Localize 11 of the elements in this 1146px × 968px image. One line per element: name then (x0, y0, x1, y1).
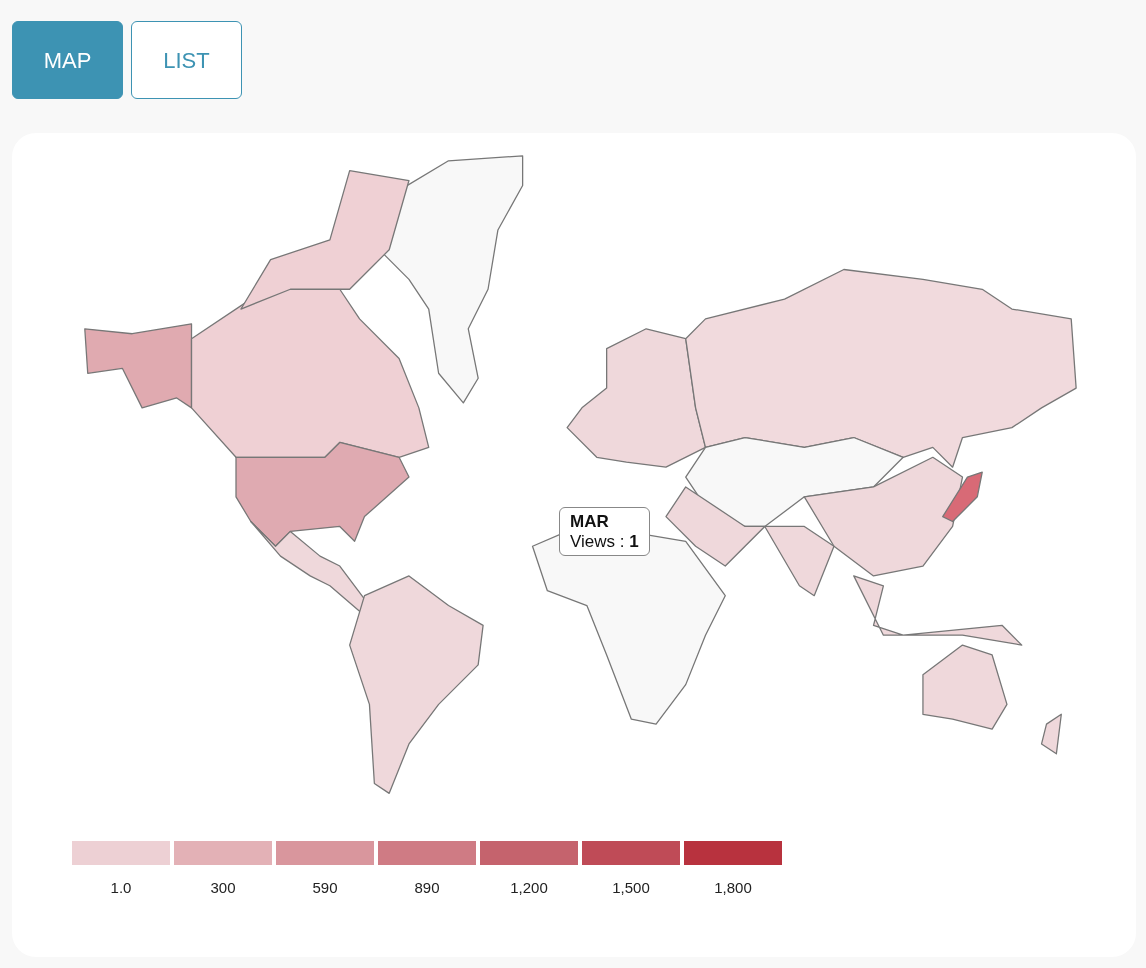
legend-label: 890 (413, 878, 441, 898)
legend-label: 1,800 (713, 878, 753, 898)
tooltip-text: Views : 1 (570, 531, 639, 552)
legend-label: 1,500 (611, 878, 651, 898)
view-tab[interactable]: LIST (131, 21, 242, 99)
legend-label: 300 (209, 878, 237, 898)
legend-label: 1.0 (109, 878, 133, 898)
tooltip-title: MAR (570, 512, 610, 532)
legend-label: 590 (311, 878, 339, 898)
legend-label: 1,200 (509, 878, 549, 898)
view-tab[interactable]: MAP (12, 21, 123, 99)
